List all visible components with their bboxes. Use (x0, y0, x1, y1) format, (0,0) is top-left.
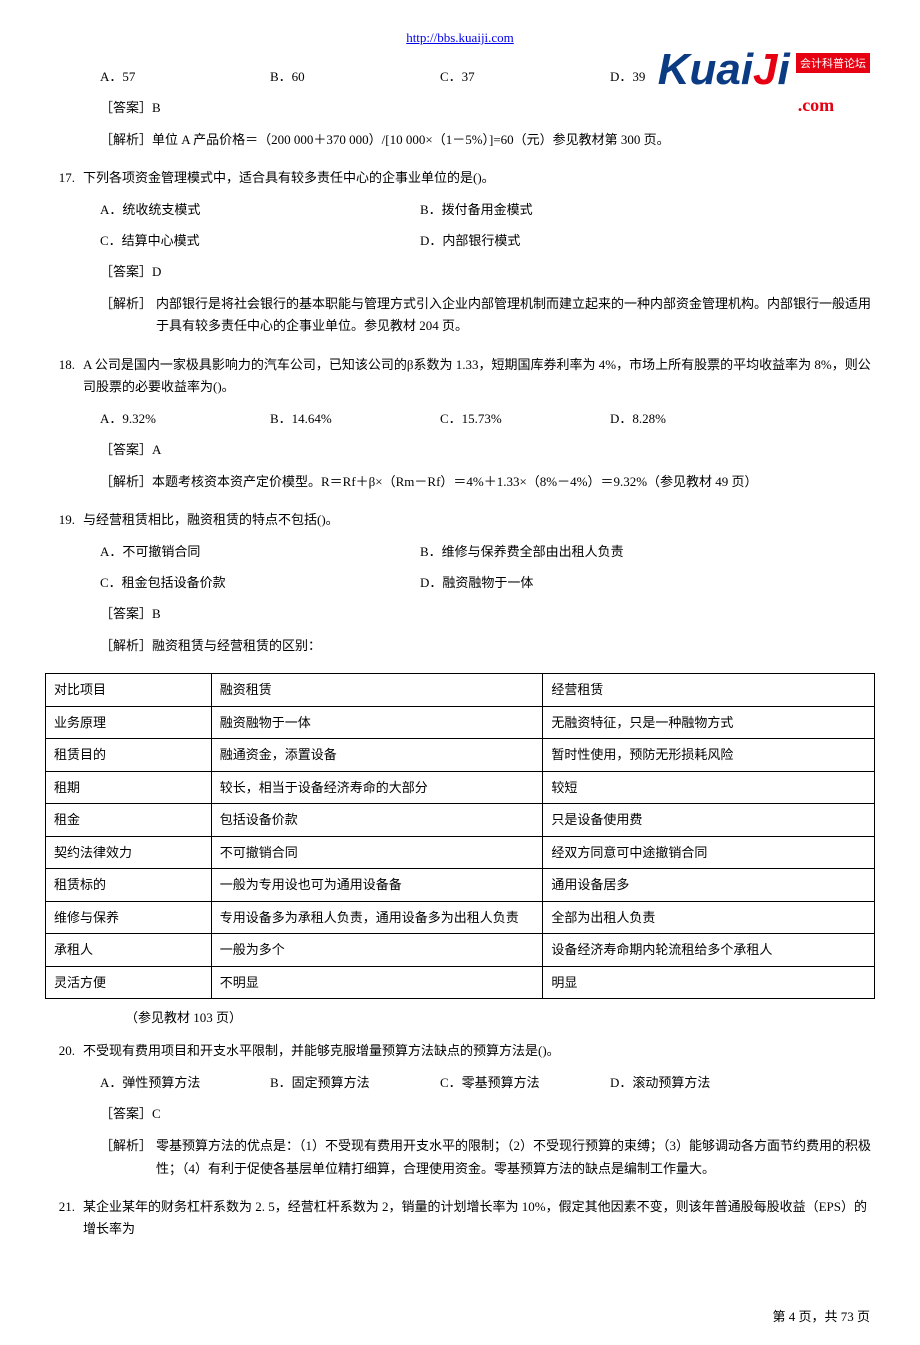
header-link: http://bbs.kuaiji.com (45, 30, 875, 46)
q19-opt-d: D．融资融物于一体 (420, 572, 740, 591)
q18-analysis: ［解析］本题考核资本资产定价模型。R＝Rf＋β×（Rm－Rf）＝4%＋1.33×… (45, 471, 875, 493)
q18-num: 18. (45, 354, 83, 398)
q17-analysis: 内部银行是将社会银行的基本职能与管理方式引入企业内部管理机制而建立起来的一种内部… (156, 293, 875, 337)
q19-num: 19. (45, 509, 83, 531)
q20-opt-d: D．滚动预算方法 (610, 1072, 780, 1091)
question-17: 17. 下列各项资金管理模式中，适合具有较多责任中心的企事业单位的是()。 A．… (45, 167, 875, 337)
q17-num: 17. (45, 167, 83, 189)
q18-opt-d: D．8.28% (610, 408, 780, 427)
table-header-row: 对比项目 融资租赁 经营租赁 (46, 674, 875, 707)
q18-answer: ［答案］A (45, 439, 875, 461)
q20-analysis: 零基预算方法的优点是：（1）不受现有费用开支水平的限制；（2）不受现行预算的束缚… (156, 1135, 875, 1179)
th-c1: 对比项目 (46, 674, 212, 707)
table-row: 租金包括设备价款只是设备使用费 (46, 804, 875, 837)
source-url[interactable]: http://bbs.kuaiji.com (406, 30, 514, 45)
q20-answer: ［答案］C (45, 1103, 875, 1125)
table-row: 租赁标的一般为专用设也可为通用设备备通用设备居多 (46, 869, 875, 902)
table-row: 灵活方便不明显明显 (46, 966, 875, 999)
q16-opt-c: C．37 (440, 66, 610, 85)
q17-opt-b: B．拨付备用金模式 (420, 199, 740, 218)
q18-opt-a: A．9.32% (100, 408, 270, 427)
site-logo: KuaiJi 会计科普论坛 .com (658, 45, 870, 116)
q20-analysis-label: ［解析］ (100, 1135, 152, 1179)
q19-opt-b: B．维修与保养费全部由出租人负责 (420, 541, 740, 560)
table-row: 租赁目的融通资金，添置设备暂时性使用，预防无形损耗风险 (46, 739, 875, 772)
q19-analysis-intro: ［解析］融资租赁与经营租赁的区别： (45, 635, 875, 657)
q19-answer: ［答案］B (45, 603, 875, 625)
q19-table-note: （参见教材 103 页） (45, 1007, 875, 1026)
q20-num: 20. (45, 1040, 83, 1062)
q19-opt-c: C．租金包括设备价款 (100, 572, 420, 591)
table-row: 契约法律效力不可撤销合同经双方同意可中途撤销合同 (46, 836, 875, 869)
table-row: 维修与保养专用设备多为承租人负责，通用设备多为出租人负责全部为出租人负责 (46, 901, 875, 934)
question-21: 21. 某企业某年的财务杠杆系数为 2. 5，经营杠杆系数为 2，销量的计划增长… (45, 1196, 875, 1240)
question-18: 18. A 公司是国内一家极具影响力的汽车公司，已知该公司的β系数为 1.33，… (45, 354, 875, 493)
q20-text: 不受现有费用项目和开支水平限制，并能够克服增量预算方法缺点的预算方法是()。 (83, 1040, 875, 1062)
q17-analysis-label: ［解析］ (100, 293, 152, 337)
logo-suffix: .com (798, 95, 834, 115)
q19-opt-a: A．不可撤销合同 (100, 541, 420, 560)
question-19: 19. 与经营租赁相比，融资租赁的特点不包括()。 A．不可撤销合同 B．维修与… (45, 509, 875, 657)
q21-text: 某企业某年的财务杠杆系数为 2. 5，经营杠杆系数为 2，销量的计划增长率为 1… (83, 1196, 875, 1240)
q19-text: 与经营租赁相比，融资租赁的特点不包括()。 (83, 509, 875, 531)
question-20: 20. 不受现有费用项目和开支水平限制，并能够克服增量预算方法缺点的预算方法是(… (45, 1040, 875, 1179)
q18-opt-b: B．14.64% (270, 408, 440, 427)
th-c2: 融资租赁 (211, 674, 543, 707)
table-row: 承租人一般为多个设备经济寿命期内轮流租给多个承租人 (46, 934, 875, 967)
q20-opt-c: C．零基预算方法 (440, 1072, 610, 1091)
page-footer: 第 4 页，共 73 页 (0, 1296, 920, 1345)
q18-text: A 公司是国内一家极具影响力的汽车公司，已知该公司的β系数为 1.33，短期国库… (83, 354, 875, 398)
q18-opt-c: C．15.73% (440, 408, 610, 427)
th-c3: 经营租赁 (543, 674, 875, 707)
comparison-table: 对比项目 融资租赁 经营租赁 业务原理融资融物于一体无融资特征，只是一种融物方式… (45, 673, 875, 999)
q20-opt-a: A．弹性预算方法 (100, 1072, 270, 1091)
q16-opt-a: A．57 (100, 66, 270, 85)
q16-opt-b: B．60 (270, 66, 440, 85)
q16-analysis: ［解析］单位 A 产品价格＝（200 000＋370 000）/[10 000×… (45, 129, 875, 151)
q17-text: 下列各项资金管理模式中，适合具有较多责任中心的企事业单位的是()。 (83, 167, 875, 189)
table-row: 业务原理融资融物于一体无融资特征，只是一种融物方式 (46, 706, 875, 739)
q20-opt-b: B．固定预算方法 (270, 1072, 440, 1091)
table-row: 租期较长，相当于设备经济寿命的大部分较短 (46, 771, 875, 804)
q17-answer: ［答案］D (45, 261, 875, 283)
logo-badge: 会计科普论坛 (796, 53, 870, 73)
q21-num: 21. (45, 1196, 83, 1240)
q17-opt-a: A．统收统支模式 (100, 199, 420, 218)
q17-opt-d: D．内部银行模式 (420, 230, 740, 249)
q17-opt-c: C．结算中心模式 (100, 230, 420, 249)
